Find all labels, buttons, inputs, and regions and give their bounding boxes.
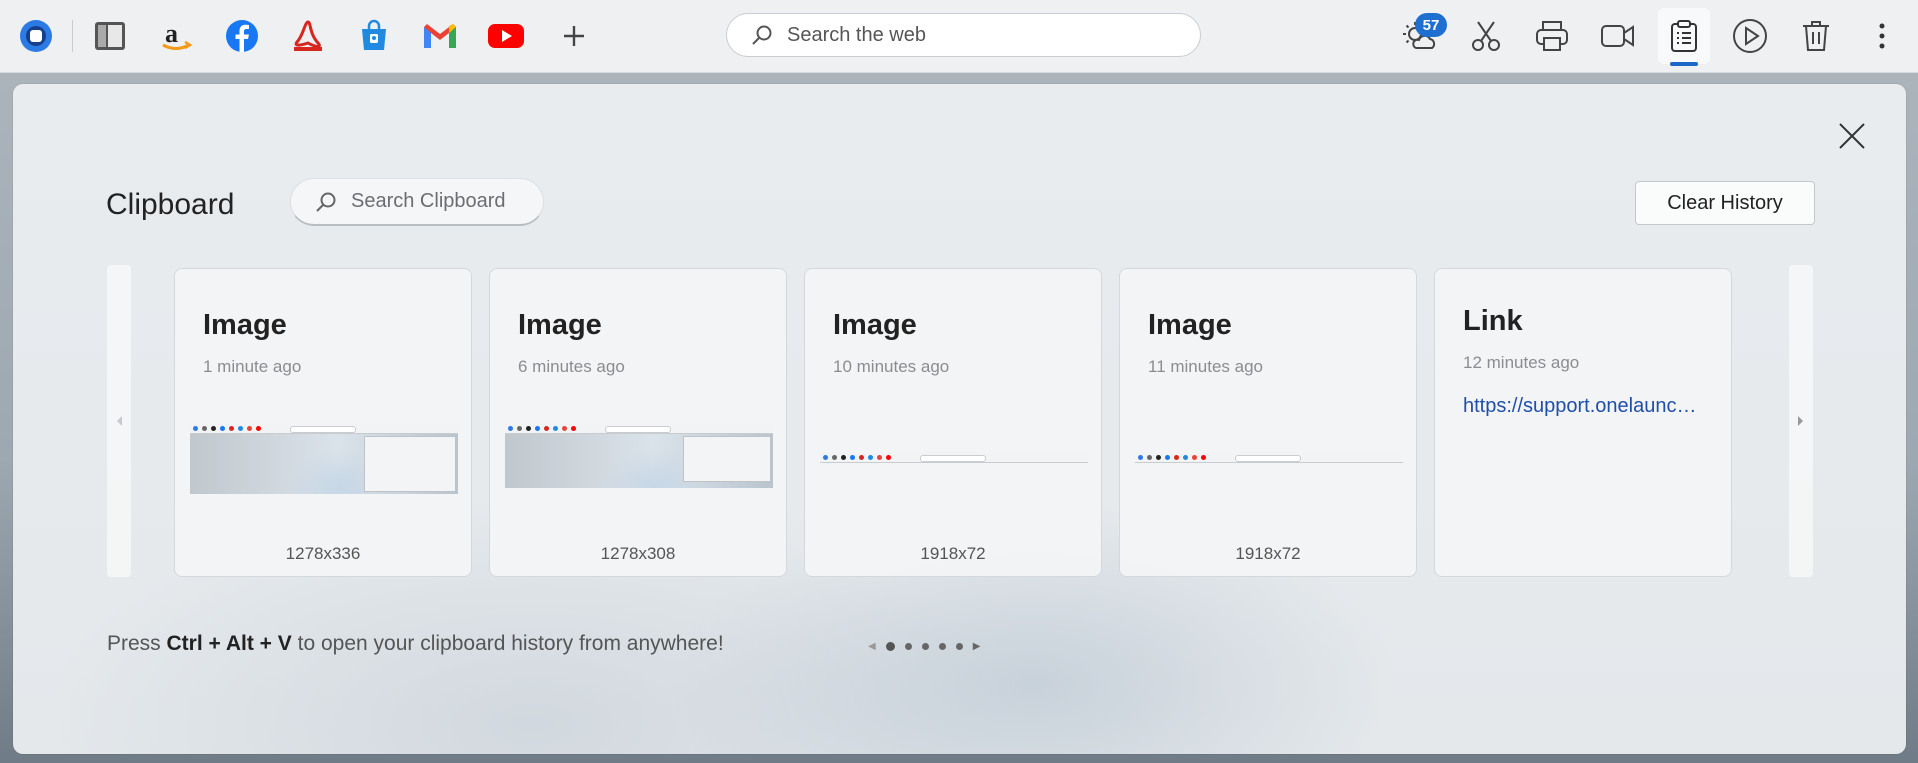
card-dimensions: 1918x72 xyxy=(1235,544,1301,563)
clear-history-button[interactable]: Clear History xyxy=(1635,181,1815,225)
printer-icon[interactable] xyxy=(1532,16,1572,56)
clipboard-card[interactable]: Image 1 minute ago 1278x336 xyxy=(174,268,472,577)
clipboard-search-input[interactable]: Search Clipboard xyxy=(290,178,544,226)
card-dimensions: 1278x336 xyxy=(285,544,361,563)
clipboard-card[interactable]: Image 11 minutes ago 1918x72 xyxy=(1119,268,1417,577)
card-time: 1 minute ago xyxy=(203,357,302,376)
search-web-placeholder: Search the web xyxy=(787,23,926,46)
trash-icon[interactable] xyxy=(1796,16,1836,56)
scroll-right-button[interactable] xyxy=(1789,265,1813,577)
clipboard-card[interactable]: Image 6 minutes ago 1278x308 xyxy=(489,268,787,577)
page-dot[interactable] xyxy=(955,642,963,650)
clipboard-card[interactable]: Image 10 minutes ago 1918x72 xyxy=(804,268,1102,577)
adobe-acrobat-icon[interactable] xyxy=(288,16,328,56)
card-dimensions: 1278x308 xyxy=(600,544,676,563)
play-icon[interactable] xyxy=(1730,16,1770,56)
search-icon xyxy=(316,192,336,212)
amazon-icon[interactable]: a xyxy=(156,16,196,56)
card-time: 10 minutes ago xyxy=(833,357,950,376)
file-manager-icon[interactable] xyxy=(90,16,130,56)
more-vertical-icon[interactable] xyxy=(1862,16,1902,56)
page-indicator: ◀ ▶ xyxy=(868,636,980,656)
image-thumbnail xyxy=(1135,453,1403,463)
scissors-icon[interactable] xyxy=(1466,16,1506,56)
clipboard-search-placeholder: Search Clipboard xyxy=(351,190,506,212)
pager-next-icon[interactable]: ▶ xyxy=(973,641,981,652)
card-link[interactable]: https://support.onelaunch.com xyxy=(1463,395,1707,418)
youtube-icon[interactable] xyxy=(486,16,526,56)
image-thumbnail xyxy=(190,424,458,494)
scroll-left-button[interactable] xyxy=(107,265,131,577)
add-icon[interactable] xyxy=(554,16,594,56)
clipboard-card[interactable]: Link 12 minutes ago https://support.onel… xyxy=(1434,268,1732,577)
card-dimensions: 1918x72 xyxy=(920,544,986,563)
card-time: 12 minutes ago xyxy=(1463,353,1580,372)
toolbar-divider xyxy=(72,20,73,52)
chevron-right-icon xyxy=(1798,416,1803,426)
image-thumbnail xyxy=(505,424,773,488)
search-icon xyxy=(752,25,772,45)
active-tool-indicator xyxy=(1670,62,1698,66)
browser-toolbar: a Search the web 57 xyxy=(0,0,1918,73)
page-dot[interactable] xyxy=(904,642,912,650)
card-time: 6 minutes ago xyxy=(518,357,625,376)
close-icon[interactable] xyxy=(1834,118,1870,154)
card-type: Image xyxy=(203,309,287,341)
facebook-icon[interactable] xyxy=(222,16,262,56)
search-web-input[interactable]: Search the web xyxy=(726,13,1201,57)
pager-prev-icon[interactable]: ◀ xyxy=(868,641,876,652)
microsoft-store-icon[interactable] xyxy=(354,16,394,56)
card-type: Image xyxy=(518,309,602,341)
video-camera-icon[interactable] xyxy=(1598,16,1638,56)
svg-text:a: a xyxy=(165,19,178,48)
page-dot[interactable] xyxy=(885,641,895,651)
clipboard-icon[interactable] xyxy=(1658,8,1710,64)
clipboard-panel: Clipboard Search Clipboard Clear History… xyxy=(13,84,1906,754)
shortcut-hint: Press Ctrl + Alt + V to open your clipbo… xyxy=(107,632,724,655)
card-type: Image xyxy=(1148,309,1232,341)
card-type: Image xyxy=(833,309,917,341)
weather-badge: 57 xyxy=(1415,13,1447,37)
panel-title: Clipboard xyxy=(106,188,235,221)
page-dot[interactable] xyxy=(938,642,946,650)
gmail-icon[interactable] xyxy=(420,16,460,56)
page-dot[interactable] xyxy=(921,642,929,650)
shortcut-keys: Ctrl + Alt + V xyxy=(166,632,292,655)
image-thumbnail xyxy=(820,453,1088,463)
card-time: 11 minutes ago xyxy=(1148,357,1263,376)
chevron-left-icon xyxy=(117,416,122,426)
onelaunch-icon[interactable] xyxy=(16,16,56,56)
card-type: Link xyxy=(1463,305,1523,337)
